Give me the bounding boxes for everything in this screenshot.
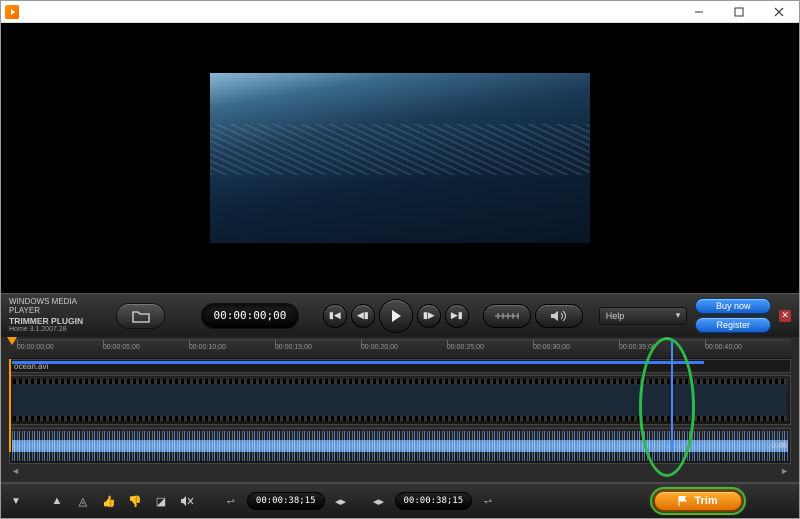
video-preview-area (1, 23, 799, 293)
ruler-tick: 00:00:10;00 (189, 344, 226, 351)
set-out-button[interactable]: ⥋ (478, 491, 498, 511)
help-label: Help (606, 311, 625, 321)
timeline-panel: 00:00:00;00 00:00:05;00 00:00:10;00 00:0… (1, 337, 799, 482)
collapse-toggle[interactable]: ▼ (11, 496, 21, 507)
open-file-button[interactable] (116, 303, 166, 329)
slider-icon (493, 311, 521, 321)
ruler-tick: 00:00:20;00 (361, 344, 398, 351)
mute-button[interactable] (177, 491, 197, 511)
thumbs-down-button[interactable]: 👎 (125, 491, 145, 511)
in-marker-icon[interactable] (7, 337, 17, 345)
help-dropdown[interactable]: Help ▾ (599, 307, 687, 325)
scroll-right-icon[interactable]: ► (780, 466, 789, 476)
transport-controls: ▮◀ ◀▮ ▮▶ ▶▮ (323, 299, 583, 333)
out-timecode: 00:00:38;15 (395, 492, 473, 510)
nudge-out-button[interactable]: ◂▸ (369, 491, 389, 511)
timeline-ruler[interactable]: 00:00:00;00 00:00:05;00 00:00:10;00 00:0… (9, 339, 791, 359)
step-back-button[interactable]: ◀▮ (351, 304, 375, 328)
thumbs-up-button[interactable]: 👍 (99, 491, 119, 511)
flag-icon (678, 496, 688, 506)
brand-line2: TRIMMER PLUGIN (9, 316, 108, 326)
zoom-slider-button[interactable] (483, 304, 531, 328)
trim-button[interactable]: Trim (653, 490, 743, 512)
nudge-in-button[interactable]: ◂▸ (331, 491, 351, 511)
scroll-left-icon[interactable]: ◄ (11, 466, 20, 476)
in-timecode: 00:00:38;15 (247, 492, 325, 510)
timecode-display: 00:00:00;00 (201, 303, 299, 329)
horizontal-scrollbar[interactable]: ◄► (9, 466, 791, 476)
timeline-start-marker[interactable] (9, 359, 11, 452)
ruler-tick: 00:00:30;00 (533, 344, 570, 351)
ruler-tick: 00:00:05;00 (103, 344, 140, 351)
titlebar (1, 1, 799, 23)
app-icon (5, 5, 19, 19)
ruler-tick: 00:00:25;00 (447, 344, 484, 351)
folder-icon (132, 309, 150, 323)
selection-range-bar[interactable] (12, 361, 704, 364)
ruler-tick: 00:00:35;00 (619, 344, 656, 351)
marker-remove-button[interactable]: ◬ (73, 491, 93, 511)
goto-end-button[interactable]: ▶▮ (445, 304, 469, 328)
app-window: WINDOWS MEDIA PLAYER TRIMMER PLUGIN Home… (0, 0, 800, 519)
step-forward-button[interactable]: ▮▶ (417, 304, 441, 328)
marker-add-button[interactable]: ▲ (47, 491, 67, 511)
ruler-tick: 00:00:40;00 (705, 344, 742, 351)
chevron-down-icon: ▾ (676, 310, 681, 321)
close-button[interactable] (759, 1, 799, 23)
playhead[interactable] (671, 339, 673, 452)
ruler-tick: 00:00:00;00 (17, 344, 54, 351)
plugin-brand: WINDOWS MEDIA PLAYER TRIMMER PLUGIN Home… (9, 297, 108, 335)
speaker-mute-icon (180, 495, 194, 507)
close-plugin-button[interactable]: ✕ (779, 310, 791, 322)
duration-label: 0:46 (771, 441, 787, 450)
audio-track[interactable] (9, 428, 791, 464)
main-toolbar: WINDOWS MEDIA PLAYER TRIMMER PLUGIN Home… (1, 293, 799, 337)
ruler-tick: 00:00:15;00 (275, 344, 312, 351)
goto-start-button[interactable]: ▮◀ (323, 304, 347, 328)
buy-now-button[interactable]: Buy now (695, 298, 771, 314)
minimize-button[interactable] (679, 1, 719, 23)
speaker-icon (549, 310, 569, 322)
footer-toolbar: ▼ ▲ ◬ 👍 👎 ◪ ⥋ 00:00:38;15 ◂▸ ◂▸ 00:00:38… (1, 482, 799, 518)
volume-button[interactable] (535, 304, 583, 328)
brand-version: Home 3.1.2007.28 (9, 326, 108, 334)
register-button[interactable]: Register (695, 317, 771, 333)
maximize-button[interactable] (719, 1, 759, 23)
crop-button[interactable]: ◪ (151, 491, 171, 511)
trim-label: Trim (694, 495, 717, 507)
brand-line1: WINDOWS MEDIA PLAYER (9, 297, 108, 316)
video-thumbnail (210, 73, 590, 243)
video-track[interactable] (9, 375, 791, 425)
play-button[interactable] (379, 299, 413, 333)
set-in-button[interactable]: ⥋ (221, 491, 241, 511)
